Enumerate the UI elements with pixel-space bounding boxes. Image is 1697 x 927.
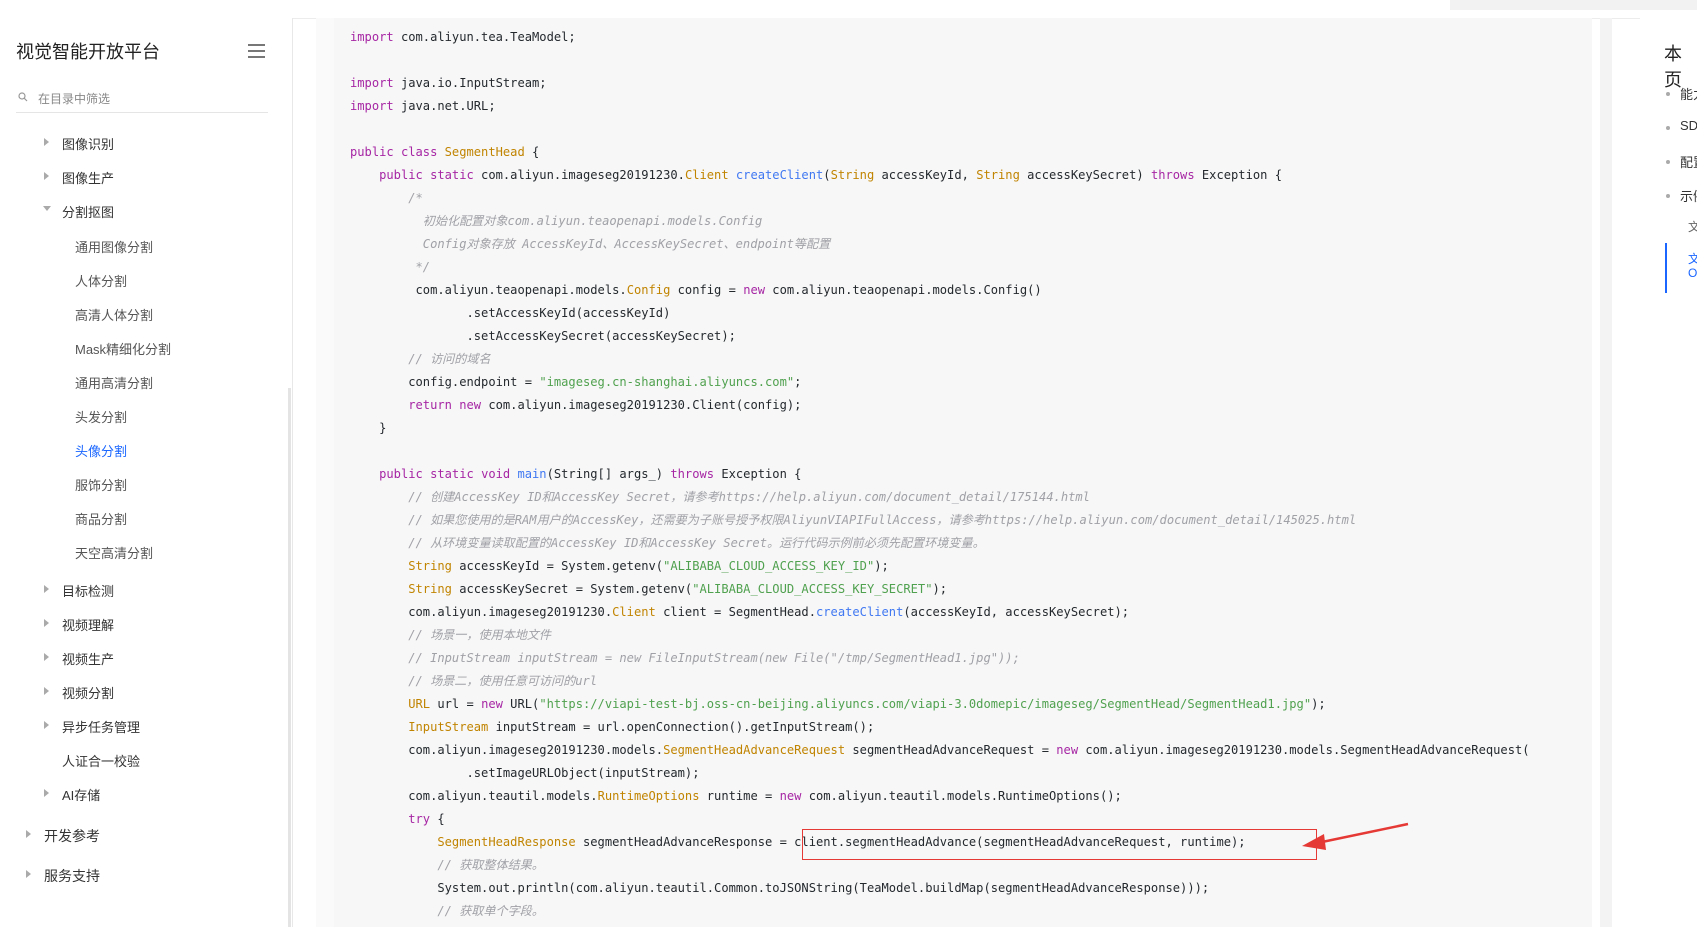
sidebar-item[interactable]: 通用图像分割 [75, 237, 153, 256]
sidebar-item[interactable]: 人证合一校验 [62, 751, 140, 770]
top-bar [0, 0, 1697, 19]
code-text: import com.aliyun.tea.TeaModel; import j… [350, 30, 1530, 918]
sidebar-item[interactable]: 头发分割 [75, 407, 127, 426]
sidebar-item[interactable]: 异步任务管理 [62, 717, 140, 736]
platform-title[interactable]: 视觉智能开放平台 [16, 38, 160, 64]
sidebar-item[interactable]: 分割抠图 [62, 202, 114, 221]
sidebar-item[interactable]: 开发参考 [44, 826, 100, 846]
sidebar-item[interactable]: 目标检测 [62, 581, 114, 600]
toc-bullet [1666, 194, 1670, 198]
sidebar-item[interactable]: 图像识别 [62, 134, 114, 153]
chevron-right-icon[interactable] [44, 138, 49, 146]
sidebar-item[interactable]: 图像生产 [62, 168, 114, 187]
toc-sub-item-active[interactable]: 文O [1688, 252, 1697, 280]
directory-filter-input[interactable]: 在目录中筛选 [16, 88, 268, 113]
chevron-right-icon[interactable] [26, 830, 31, 838]
sidebar-item[interactable]: 视频理解 [62, 615, 114, 634]
sidebar-item[interactable]: 高清人体分割 [75, 305, 153, 324]
top-search-area[interactable] [1450, 0, 1697, 10]
sidebar: 视觉智能开放平台 在目录中筛选 图像识别图像生产分割抠图通用图像分割 人体分割高清… [0, 18, 293, 927]
toc-item[interactable]: 配置 [1680, 152, 1697, 171]
chevron-right-icon[interactable] [44, 687, 49, 695]
chevron-right-icon[interactable] [44, 172, 49, 180]
sidebar-item[interactable]: 头像分割 [75, 441, 127, 460]
search-placeholder: 在目录中筛选 [38, 92, 111, 106]
chevron-right-icon[interactable] [26, 870, 31, 878]
menu-collapse-icon[interactable] [248, 44, 265, 58]
toc-sub-label: O [1688, 266, 1697, 280]
toc-bullet [1666, 92, 1670, 96]
toc-item[interactable]: SD [1680, 118, 1697, 133]
content-scrollbar[interactable] [1600, 18, 1612, 927]
sidebar-item[interactable]: 商品分割 [75, 509, 127, 528]
chevron-right-icon[interactable] [44, 721, 49, 729]
sidebar-item[interactable]: 人体分割 [75, 271, 127, 290]
sidebar-scrollbar[interactable] [288, 388, 291, 927]
toc-item[interactable]: 示例 [1680, 186, 1697, 205]
sidebar-item[interactable]: 服务支持 [44, 866, 100, 886]
chevron-right-icon[interactable] [44, 789, 49, 797]
chevron-down-icon[interactable] [43, 206, 51, 211]
sidebar-item[interactable]: 视频生产 [62, 649, 114, 668]
page-toc: 本页 能力 SD 配置 示例 文 文O [1640, 18, 1697, 927]
sidebar-item[interactable]: 视频分割 [62, 683, 114, 702]
toc-sub-item[interactable]: 文 [1688, 218, 1697, 235]
sidebar-item[interactable]: AI存储 [62, 785, 100, 804]
search-icon [18, 92, 28, 102]
code-block: import com.aliyun.tea.TeaModel; import j… [334, 18, 1592, 927]
sidebar-item[interactable]: 服饰分割 [75, 475, 127, 494]
chevron-right-icon[interactable] [44, 619, 49, 627]
toc-bullet [1666, 160, 1670, 164]
sidebar-item[interactable]: Mask精细化分割 [75, 339, 171, 358]
sidebar-item[interactable]: 天空高清分割 [75, 543, 153, 562]
toc-item[interactable]: 能力 [1680, 84, 1697, 103]
chevron-right-icon[interactable] [44, 653, 49, 661]
toc-bullet [1666, 126, 1670, 130]
chevron-right-icon[interactable] [44, 585, 49, 593]
toc-sub-label: 文 [1688, 252, 1697, 266]
sidebar-item[interactable]: 通用高清分割 [75, 373, 153, 392]
toc-active-indicator [1665, 243, 1667, 293]
